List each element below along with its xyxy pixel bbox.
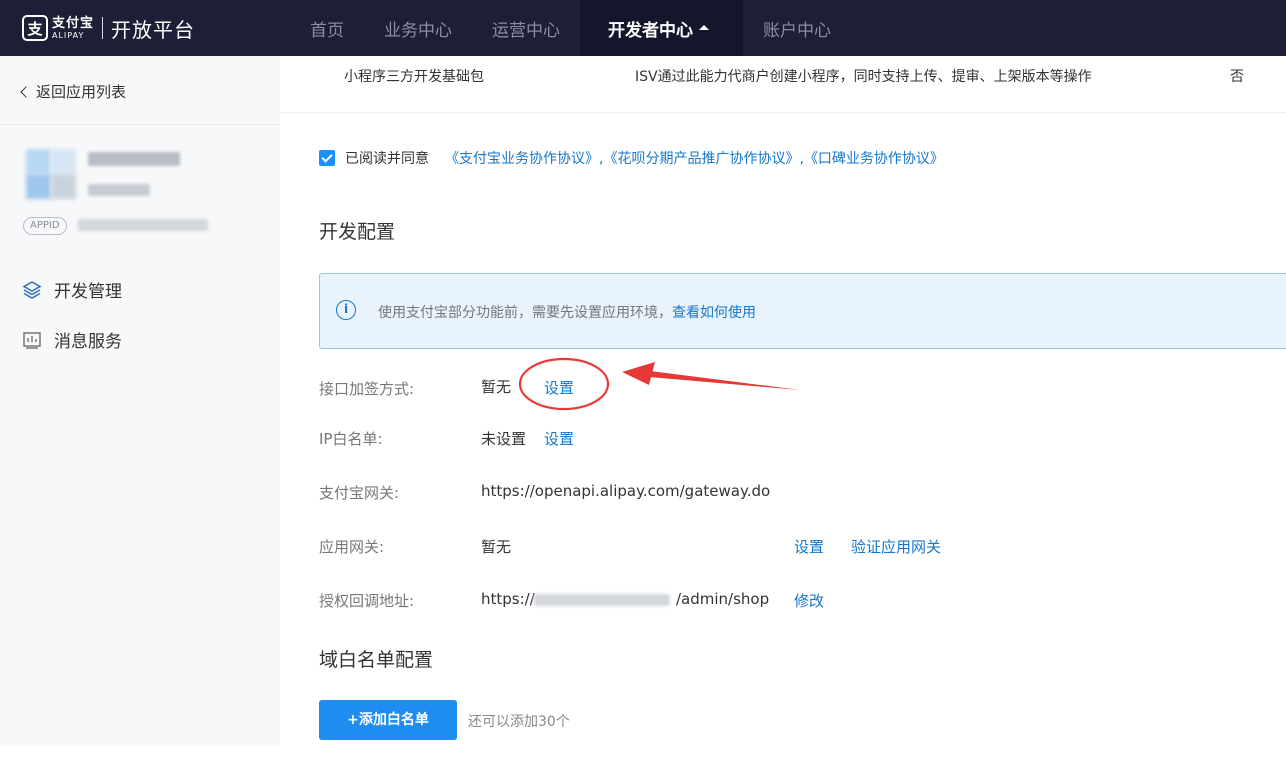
- notice-how-to-link[interactable]: 查看如何使用: [672, 305, 756, 321]
- field-label-app-gateway: 应用网关:: [319, 538, 385, 556]
- auth-callback-domain-redacted: [534, 594, 670, 606]
- ip-whitelist-set-link[interactable]: 设置: [544, 428, 574, 449]
- appid-badge: APPID: [23, 217, 67, 235]
- agreement-label: 已阅读并同意: [345, 151, 429, 167]
- agreement-row: 已阅读并同意 《支付宝业务协作协议》,《花呗分期产品推广协作协议》,《口碑业务协…: [319, 148, 944, 168]
- ip-whitelist-value: 未设置: [481, 430, 527, 448]
- auth-callback-edit-link[interactable]: 修改: [794, 590, 824, 611]
- logo-en-text: ALIPAY: [52, 30, 85, 40]
- logo-cn-text: 支付宝: [52, 15, 95, 31]
- verify-app-gateway-link[interactable]: 验证应用网关: [851, 536, 941, 557]
- sidebar-item-dev-management[interactable]: 开发管理: [22, 277, 122, 302]
- add-whitelist-button[interactable]: +添加白名单: [319, 700, 457, 740]
- appid-value-redacted: [78, 219, 208, 231]
- auth-callback-suffix: /admin/shop: [676, 590, 770, 608]
- back-to-app-list-link[interactable]: 返回应用列表: [20, 81, 126, 102]
- sidebar-item-message-service[interactable]: 消息服务: [22, 327, 122, 352]
- app-gateway-value: 暂无: [481, 538, 512, 556]
- platform-title: 开放平台: [111, 17, 196, 42]
- field-label-alipay-gateway: 支付宝网关:: [319, 484, 400, 502]
- signing-method-value: 暂无: [481, 378, 512, 396]
- alipay-logo-icon: 支: [22, 15, 48, 41]
- agreement-checkbox[interactable]: [319, 150, 335, 166]
- nav-account-center[interactable]: 账户中心: [743, 0, 851, 56]
- nav-home[interactable]: 首页: [290, 0, 364, 56]
- field-label-auth-callback: 授权回调地址:: [319, 592, 415, 610]
- info-icon: i: [336, 300, 356, 320]
- sidebar-divider: [0, 124, 280, 125]
- app-status-redacted: [88, 184, 150, 196]
- capability-name: 小程序三方开发基础包: [344, 69, 484, 85]
- whitelist-remaining-hint: 还可以添加30个: [468, 714, 570, 730]
- chart-icon: [23, 331, 41, 349]
- agreement-links[interactable]: 《支付宝业务协作协议》,《花呗分期产品推广协作协议》,《口碑业务协作协议》: [445, 148, 944, 168]
- sidebar: 返回应用列表 APPID 开发管理 消息服务: [0, 56, 280, 746]
- chevron-left-icon: [20, 86, 32, 98]
- app-name-redacted: [88, 152, 180, 166]
- dev-config-title: 开发配置: [319, 221, 396, 243]
- signing-method-set-link[interactable]: 设置: [544, 377, 574, 398]
- main-nav: 首页 业务中心 运营中心 开发者中心 账户中心: [290, 0, 851, 56]
- top-navigation-bar: 支 支付宝 ALIPAY 开放平台 首页 业务中心 运营中心 开发者中心 账户中…: [0, 0, 1286, 56]
- caret-up-icon: [699, 24, 709, 30]
- field-label-signing-method: 接口加签方式:: [319, 380, 415, 398]
- logo-divider: [102, 17, 104, 39]
- nav-business-center[interactable]: 业务中心: [364, 0, 472, 56]
- app-gateway-set-link[interactable]: 设置: [794, 536, 824, 557]
- notice-text: 使用支付宝部分功能前，需要先设置应用环境，: [378, 305, 672, 321]
- app-avatar: [26, 149, 76, 199]
- capability-row: 小程序三方开发基础包 ISV通过此能力代商户创建小程序，同时支持上传、提审、上架…: [280, 56, 1286, 113]
- layers-icon: [22, 280, 42, 299]
- auth-callback-prefix: https://: [481, 590, 535, 608]
- info-notice: i 使用支付宝部分功能前，需要先设置应用环境，查看如何使用: [319, 273, 1286, 349]
- capability-flag: 否: [1230, 69, 1244, 85]
- alipay-logo[interactable]: 支 支付宝 ALIPAY 开放平台: [22, 8, 195, 48]
- domain-whitelist-title: 域白名单配置: [319, 649, 434, 671]
- alipay-gateway-value: https://openapi.alipay.com/gateway.do: [481, 482, 771, 500]
- capability-description: ISV通过此能力代商户创建小程序，同时支持上传、提审、上架版本等操作: [635, 69, 1092, 85]
- nav-developer-center[interactable]: 开发者中心: [580, 0, 743, 56]
- nav-operations-center[interactable]: 运营中心: [472, 0, 580, 56]
- field-label-ip-whitelist: IP白名单:: [319, 430, 383, 448]
- main-content: 小程序三方开发基础包 ISV通过此能力代商户创建小程序，同时支持上传、提审、上架…: [280, 56, 1286, 776]
